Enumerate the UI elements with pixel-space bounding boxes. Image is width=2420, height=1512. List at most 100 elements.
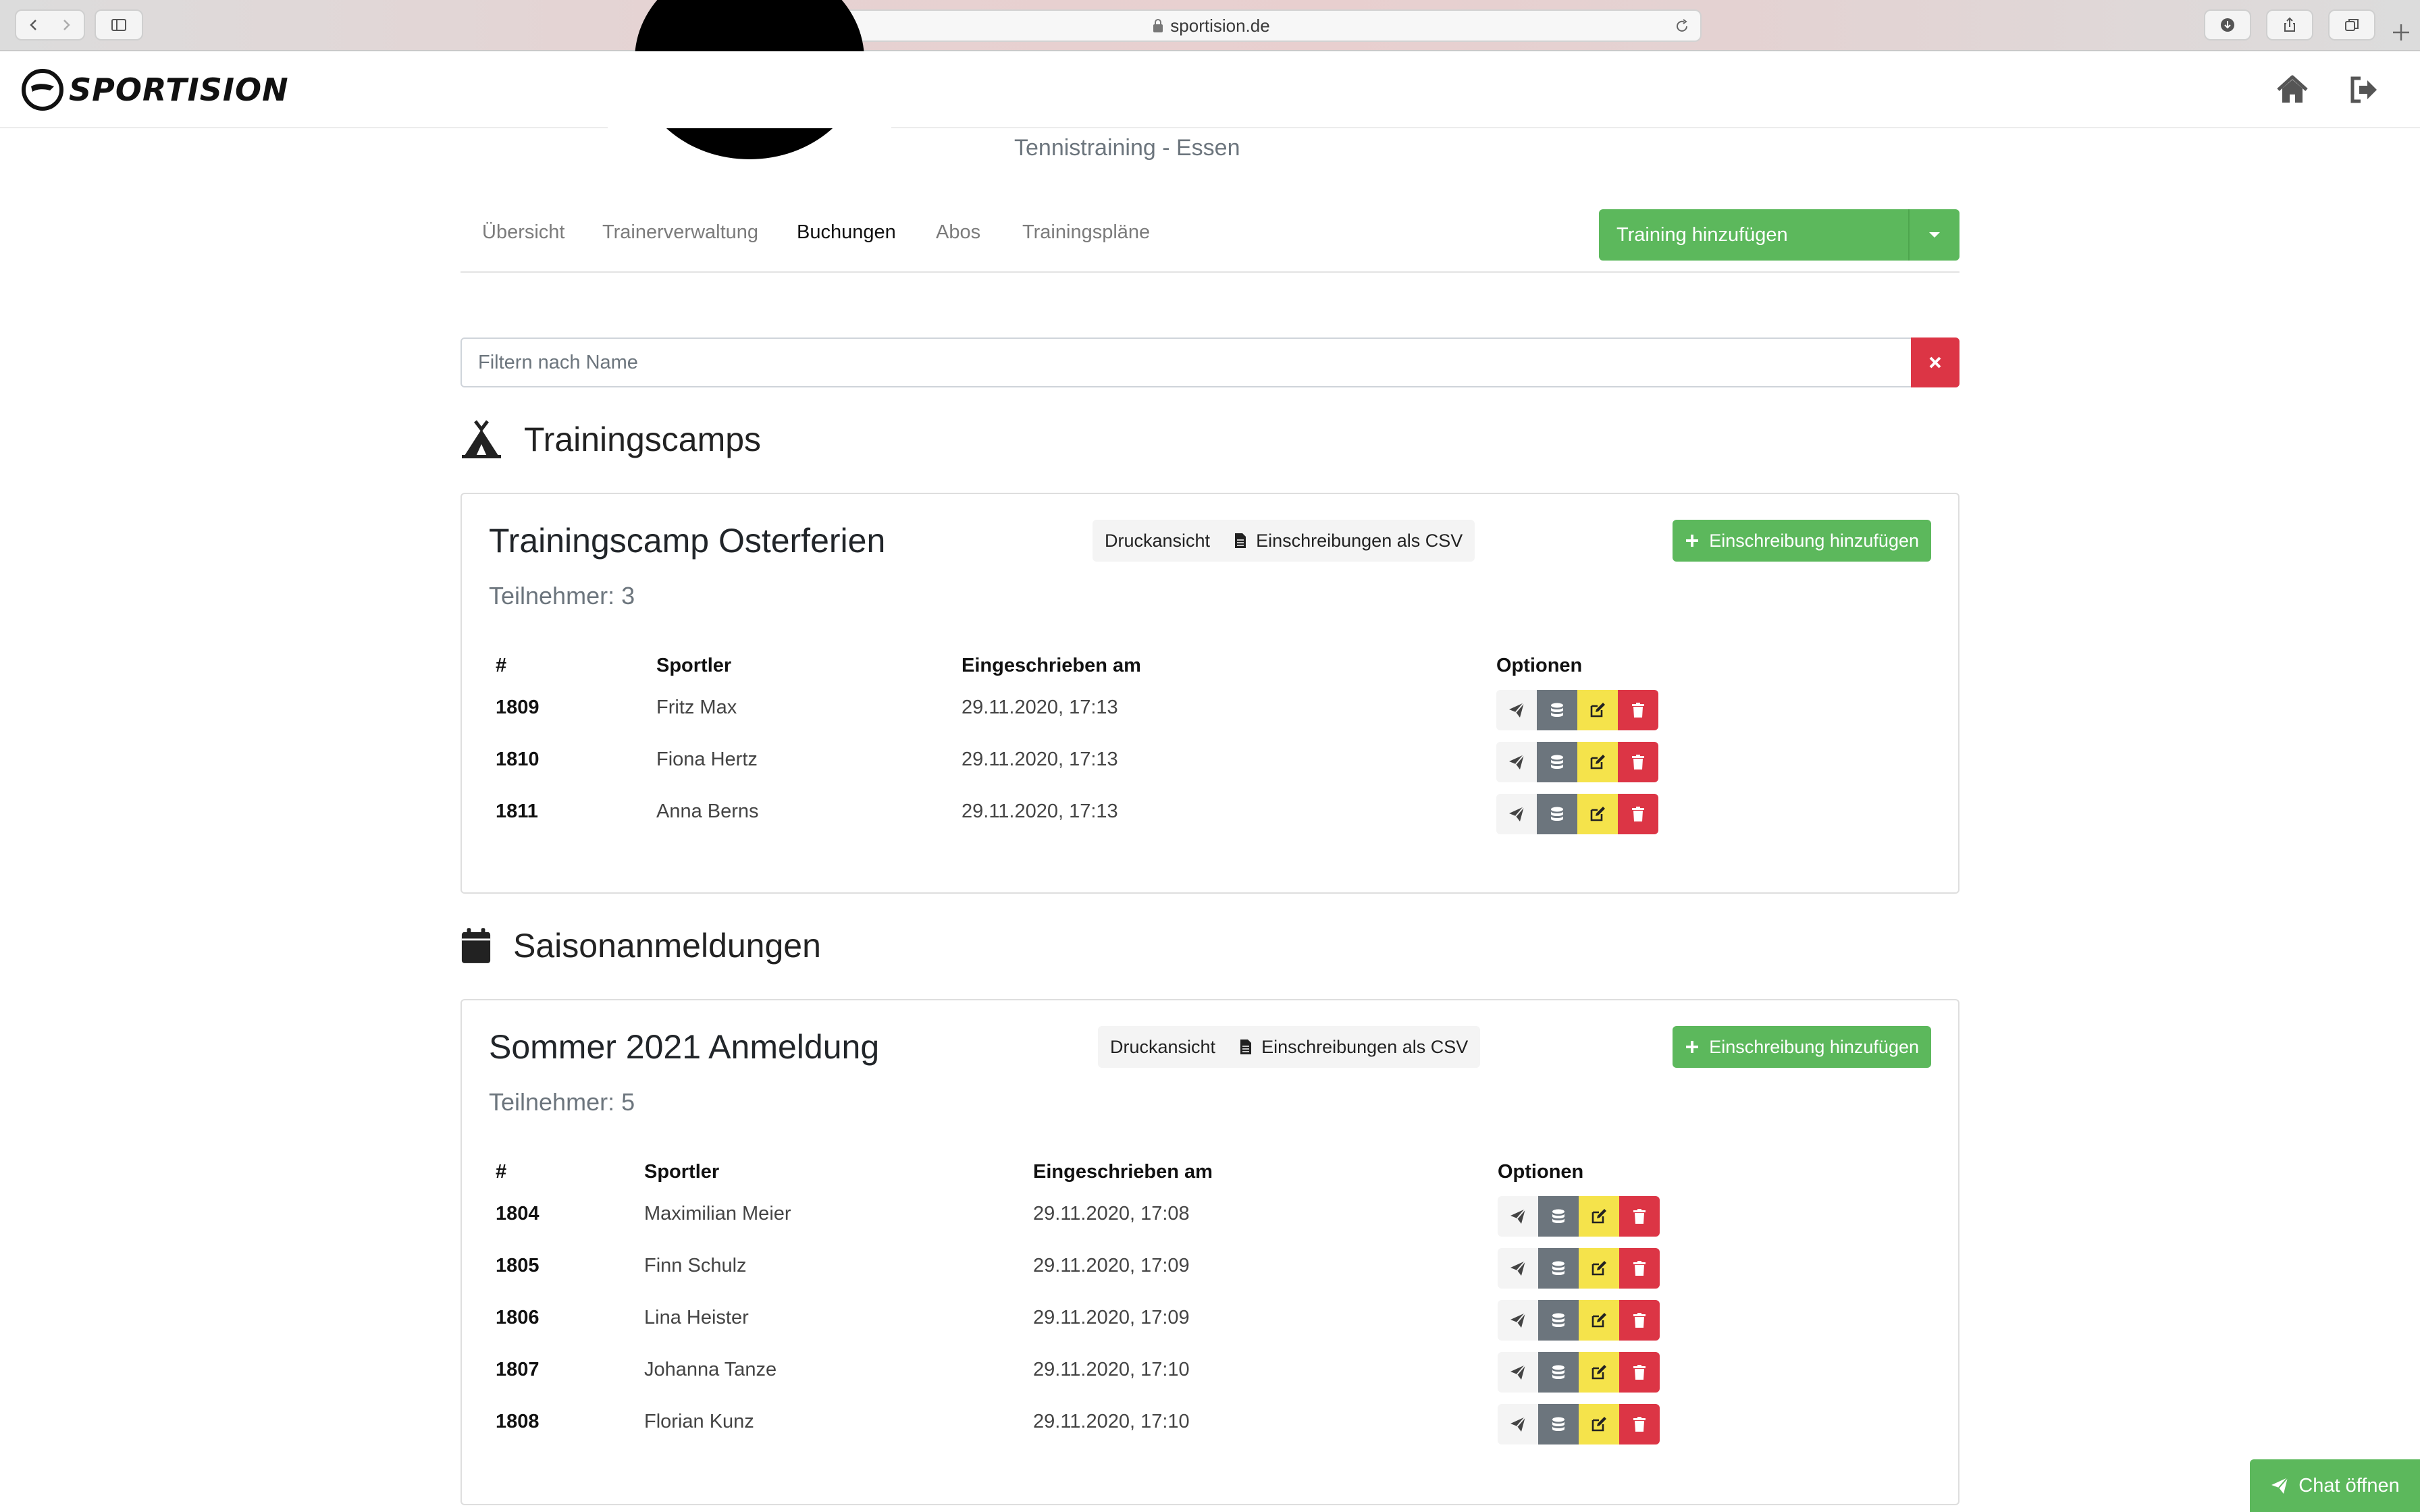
download-icon	[2221, 18, 2234, 32]
row-enrolled-date: 29.11.2020, 17:13	[962, 697, 1118, 718]
edit-button[interactable]	[1577, 794, 1618, 834]
edit-icon	[1592, 1417, 1606, 1432]
trash-icon	[1632, 755, 1644, 770]
details-button[interactable]	[1538, 1352, 1579, 1393]
edit-button[interactable]	[1579, 1248, 1619, 1289]
address-bar[interactable]: sportision.de	[720, 9, 1702, 42]
send-message-button[interactable]	[1498, 1300, 1538, 1341]
edit-button[interactable]	[1577, 690, 1618, 730]
row-id: 1804	[496, 1203, 540, 1224]
send-message-button[interactable]	[1498, 1196, 1538, 1237]
camp-csv-button[interactable]: Einschreibungen als CSV	[1222, 520, 1475, 562]
details-button[interactable]	[1538, 1300, 1579, 1341]
open-chat-button[interactable]: Chat öffnen	[2250, 1459, 2420, 1512]
edit-button[interactable]	[1579, 1300, 1619, 1341]
column-header-id: #	[496, 1161, 507, 1183]
url-text: sportision.de	[1170, 15, 1270, 36]
trash-icon	[1633, 1261, 1646, 1276]
tab-uebersicht[interactable]: Übersicht	[482, 221, 565, 244]
add-training-button[interactable]: Training hinzufügen	[1599, 209, 1959, 261]
row-id: 1806	[496, 1307, 540, 1328]
row-options	[1498, 1300, 1660, 1341]
row-athlete-name: Anna Berns	[656, 801, 759, 822]
edit-button[interactable]	[1579, 1352, 1619, 1393]
season-export-group: Druckansicht Einschreibungen als CSV	[1098, 1026, 1481, 1068]
delete-button[interactable]	[1619, 1248, 1660, 1289]
tab-trainingsplaene[interactable]: Trainingspläne	[1022, 221, 1150, 244]
back-forward-buttons[interactable]	[15, 9, 85, 40]
sidebar-toggle-button[interactable]	[95, 9, 143, 40]
delete-button[interactable]	[1619, 1352, 1660, 1393]
edit-icon	[1592, 1209, 1606, 1224]
share-button[interactable]	[2266, 9, 2313, 40]
send-message-button[interactable]	[1498, 1404, 1538, 1444]
delete-button[interactable]	[1618, 742, 1658, 782]
season-add-enrollment-button[interactable]: Einschreibung hinzufügen	[1673, 1026, 1931, 1068]
home-icon[interactable]	[2274, 72, 2311, 108]
season-csv-button[interactable]: Einschreibungen als CSV	[1228, 1026, 1480, 1068]
row-id: 1811	[496, 801, 538, 822]
details-button[interactable]	[1537, 690, 1577, 730]
delete-button[interactable]	[1619, 1404, 1660, 1444]
season-title: Sommer 2021 Anmeldung	[489, 1028, 880, 1066]
row-athlete-name: Florian Kunz	[644, 1411, 754, 1432]
details-button[interactable]	[1538, 1196, 1579, 1237]
edit-icon	[1590, 755, 1605, 770]
sidebar-icon	[111, 19, 126, 31]
sign-out-icon[interactable]	[2346, 72, 2382, 108]
add-training-label: Training hinzufügen	[1616, 223, 1788, 246]
send-message-button[interactable]	[1498, 1352, 1538, 1393]
trash-icon	[1633, 1313, 1646, 1328]
edit-button[interactable]	[1577, 742, 1618, 782]
row-options	[1496, 742, 1658, 782]
tabs-overview-button[interactable]	[2328, 9, 2375, 40]
details-button[interactable]	[1537, 742, 1577, 782]
sportision-logo[interactable]: SPORTISION	[20, 68, 289, 112]
camp-add-enrollment-button[interactable]: Einschreibung hinzufügen	[1673, 520, 1931, 562]
downloads-button[interactable]	[2204, 9, 2251, 40]
season-print-button[interactable]: Druckansicht	[1098, 1026, 1228, 1068]
delete-button[interactable]	[1618, 794, 1658, 834]
send-message-button[interactable]	[1496, 742, 1537, 782]
details-button[interactable]	[1537, 794, 1577, 834]
add-training-dropdown-toggle[interactable]	[1908, 209, 1959, 261]
delete-button[interactable]	[1618, 690, 1658, 730]
reload-icon[interactable]	[1673, 18, 1691, 35]
new-tab-icon[interactable]	[2388, 19, 2415, 46]
clear-filter-button[interactable]	[1911, 338, 1959, 387]
tab-abos[interactable]: Abos	[936, 221, 980, 244]
season-participant-count: Teilnehmer: 5	[489, 1088, 635, 1116]
tab-buchungen[interactable]: Buchungen	[797, 221, 896, 244]
name-filter-input[interactable]	[462, 339, 1911, 386]
delete-button[interactable]	[1619, 1300, 1660, 1341]
chevron-right-icon[interactable]	[57, 16, 74, 34]
camp-title: Trainingscamp Osterferien	[489, 522, 886, 560]
send-message-button[interactable]	[1498, 1248, 1538, 1289]
details-button[interactable]	[1538, 1248, 1579, 1289]
caret-down-icon	[1929, 232, 1940, 238]
send-message-button[interactable]	[1496, 690, 1537, 730]
delete-button[interactable]	[1619, 1196, 1660, 1237]
app-header: SPORTISION	[0, 51, 2420, 128]
database-icon	[1552, 1261, 1564, 1275]
browser-toolbar: sportision.de	[0, 0, 2420, 51]
send-message-button[interactable]	[1496, 794, 1537, 834]
details-button[interactable]	[1538, 1404, 1579, 1444]
edit-button[interactable]	[1579, 1404, 1619, 1444]
database-icon	[1551, 755, 1563, 769]
row-enrolled-date: 29.11.2020, 17:09	[1033, 1255, 1190, 1276]
column-header-athlete: Sportler	[656, 655, 732, 676]
chevron-left-icon[interactable]	[26, 16, 43, 34]
camp-print-button[interactable]: Druckansicht	[1093, 520, 1222, 562]
edit-button[interactable]	[1579, 1196, 1619, 1237]
database-icon	[1551, 703, 1563, 717]
table-row: 1805 Finn Schulz 29.11.2020, 17:09	[496, 1247, 1846, 1299]
row-id: 1807	[496, 1359, 540, 1380]
season-heading: Saisonanmeldungen	[513, 927, 821, 965]
paper-plane-icon	[2271, 1477, 2289, 1494]
tab-trainerverwaltung[interactable]: Trainerverwaltung	[602, 221, 758, 244]
trash-icon	[1632, 703, 1644, 718]
paper-plane-icon	[1510, 1260, 1526, 1276]
trash-icon	[1633, 1209, 1646, 1224]
row-enrolled-date: 29.11.2020, 17:10	[1033, 1359, 1190, 1380]
